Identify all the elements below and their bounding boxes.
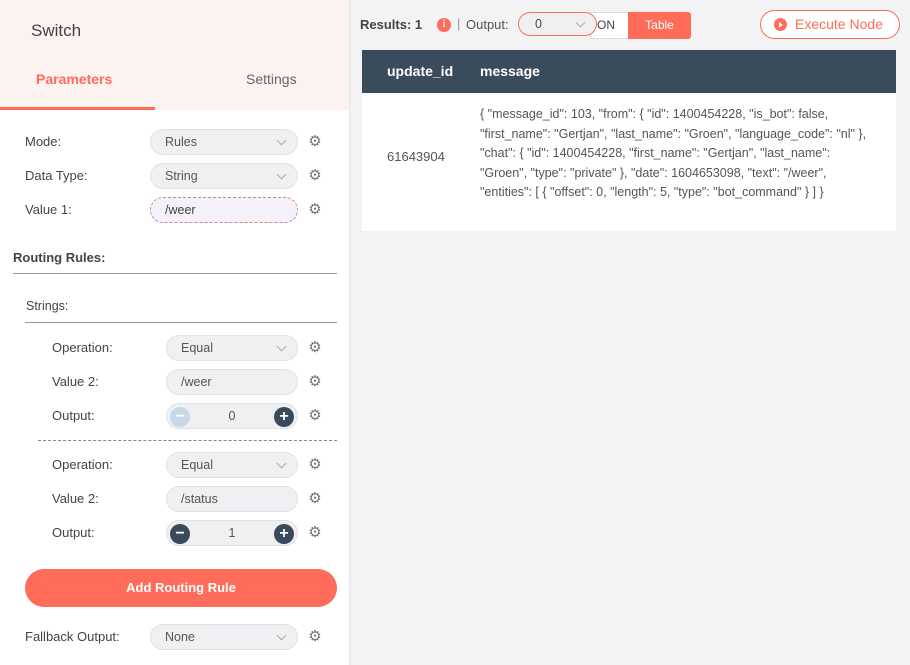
parameters-panel: Switch Parameters Settings Mode: Rules ⚙… xyxy=(0,0,350,665)
gear-icon[interactable]: ⚙ xyxy=(306,373,324,391)
gear-icon[interactable]: ⚙ xyxy=(306,524,324,542)
gear-icon[interactable]: ⚙ xyxy=(306,456,324,474)
info-icon[interactable]: i xyxy=(437,18,451,32)
fallback-output-select[interactable]: None xyxy=(150,624,298,650)
results-count: Results: 1 xyxy=(360,17,423,32)
gear-icon[interactable]: ⚙ xyxy=(306,339,324,357)
routing-rules-title: Routing Rules: xyxy=(13,250,106,265)
value2-label: Value 2: xyxy=(52,374,99,389)
mode-select[interactable]: Rules xyxy=(150,129,298,155)
operation-label: Operation: xyxy=(52,457,113,472)
gear-icon[interactable]: ⚙ xyxy=(306,167,324,185)
output-label: Output: xyxy=(52,525,95,540)
panel-header: Switch Parameters Settings xyxy=(0,0,349,110)
add-routing-rule-button[interactable]: Add Routing Rule xyxy=(25,569,337,607)
divider xyxy=(13,273,337,274)
play-icon[interactable] xyxy=(774,18,787,31)
value1-input[interactable]: /weer xyxy=(150,197,298,223)
output-label: Output: xyxy=(52,408,95,423)
tab-parameters[interactable]: Parameters xyxy=(36,71,112,87)
gear-icon[interactable]: ⚙ xyxy=(306,201,324,219)
value1-label: Value 1: xyxy=(25,202,72,217)
operation-select[interactable]: Equal xyxy=(166,335,298,361)
output-selector-label: Output: xyxy=(466,17,509,32)
gear-icon[interactable]: ⚙ xyxy=(306,490,324,508)
cell-message: { "message_id": 103, "from": { "id": 140… xyxy=(480,107,867,199)
plus-icon[interactable]: + xyxy=(274,407,294,427)
cell-update-id: 61643904 xyxy=(387,149,445,164)
node-title: Switch xyxy=(31,21,82,40)
value2-input[interactable]: /status xyxy=(166,486,298,512)
mode-label: Mode: xyxy=(25,134,62,149)
value2-input[interactable]: /weer xyxy=(166,369,298,395)
data-type-select[interactable]: String xyxy=(150,163,298,189)
value2-label: Value 2: xyxy=(52,491,99,506)
divider xyxy=(25,322,337,323)
output-stepper[interactable]: − 1 + xyxy=(166,520,298,546)
gear-icon[interactable]: ⚙ xyxy=(306,407,324,425)
active-tab-indicator xyxy=(0,107,155,110)
rule-divider xyxy=(38,440,337,441)
tab-settings[interactable]: Settings xyxy=(246,71,297,87)
strings-label: Strings: xyxy=(26,299,69,313)
operation-label: Operation: xyxy=(52,340,113,355)
gear-icon[interactable]: ⚙ xyxy=(306,133,324,151)
output-stepper[interactable]: − 0 + xyxy=(166,403,298,429)
table-row: 61643904 { "message_id": 103, "from": { … xyxy=(362,93,896,231)
results-table: update_id message 61643904 { "message_id… xyxy=(362,50,896,231)
column-header-update-id: update_id xyxy=(387,63,454,79)
gear-icon[interactable]: ⚙ xyxy=(306,628,324,646)
fallback-output-label: Fallback Output: xyxy=(25,629,120,644)
table-view-toggle[interactable]: Table xyxy=(628,12,691,39)
separator: | xyxy=(457,16,461,31)
plus-icon[interactable]: + xyxy=(274,524,294,544)
data-type-label: Data Type: xyxy=(25,168,88,183)
column-header-message: message xyxy=(480,63,540,79)
table-header: update_id message xyxy=(362,50,896,93)
operation-select[interactable]: Equal xyxy=(166,452,298,478)
output-selector[interactable]: 0 xyxy=(518,12,597,36)
